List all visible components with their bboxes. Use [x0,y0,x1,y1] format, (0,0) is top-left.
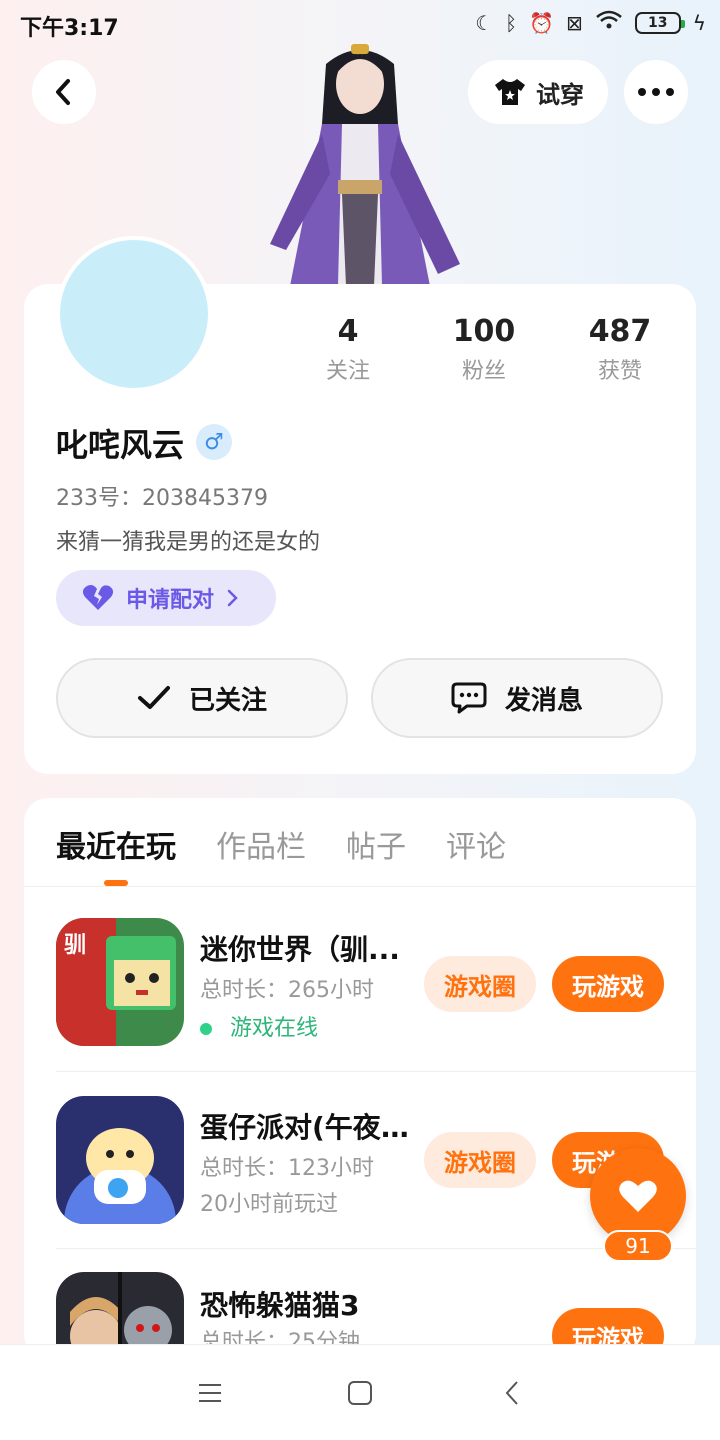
stat-following-value: 4 [337,314,359,349]
home-nav-button[interactable] [340,1375,380,1411]
charging-icon: ϟ [692,10,706,35]
stat-likes-value: 487 [588,314,652,349]
tab-recently-played[interactable]: 最近在玩 [56,822,176,866]
row-divider [56,1248,696,1249]
stat-followers-label: 粉丝 [461,359,506,384]
stat-following-label: 关注 [325,359,370,384]
stat-followers-value: 100 [452,314,516,349]
game-title: 迷你世界（驯... [200,933,400,966]
game-circle-button[interactable]: 游戏圈 [424,1132,536,1188]
game-title: 恐怖躲猫猫3 [200,1289,360,1322]
heart-icon [619,1180,657,1212]
stat-likes[interactable]: 487 获赞 [560,314,680,385]
tab-comments[interactable]: 评论 [446,822,506,866]
send-message-button[interactable]: 发消息 [371,658,663,738]
tab-divider [24,886,696,887]
game-circle-button[interactable]: 游戏圈 [424,956,536,1012]
chevron-left-icon [505,1381,518,1405]
try-on-label: 试穿 [536,80,584,109]
like-count: 91 [603,1230,673,1262]
home-square-icon [348,1381,372,1405]
back-nav-button[interactable] [492,1375,532,1411]
tshirt-icon [495,79,525,105]
row-divider [56,1071,696,1072]
chevron-left-icon [56,79,70,105]
game-status-online: 游戏在线 [200,1010,318,1042]
following-label: 已关注 [188,685,267,716]
menu-icon [199,1384,221,1402]
game-duration: 总时长：123小时 [200,1156,374,1181]
game-icon-mini-world[interactable]: 驯 [56,918,184,1046]
battery-icon: 13 [634,11,685,34]
moon-icon: ☾ [475,10,494,35]
game-status-text: 游戏在线 [230,1016,319,1041]
more-button[interactable] [624,60,688,124]
request-match-label: 申请配对 [126,588,215,613]
following-button[interactable]: 已关注 [56,658,348,738]
back-button[interactable] [32,60,96,124]
broken-heart-icon [82,585,114,610]
wifi-icon [595,10,623,35]
sim-off-icon: ⊠ [566,10,583,35]
message-bubble-icon [451,682,487,714]
more-dots-icon [638,88,674,96]
stat-followers[interactable]: 100 粉丝 [424,314,544,385]
avatar[interactable] [56,236,212,392]
tab-works[interactable]: 作品栏 [216,822,306,866]
stat-following[interactable]: 4 关注 [288,314,408,385]
nickname: 叱咤风云 [56,426,185,464]
bio: 来猜一猜我是男的还是女的 [56,530,321,555]
account-id: 233号：203845379 [56,486,268,511]
try-on-button[interactable]: 试穿 [468,60,608,124]
character-avatar-figure[interactable] [250,44,470,286]
stat-likes-label: 获赞 [597,359,642,384]
send-message-label: 发消息 [504,685,583,716]
game-title: 蛋仔派对(午夜... [200,1111,410,1144]
alarm-icon: ⏰ [529,10,555,35]
online-indicator-icon [200,1023,212,1035]
game-last-played: 20小时前玩过 [200,1192,338,1217]
svg-text:驯: 驯 [64,933,86,958]
request-match-button[interactable]: 申请配对 [56,570,276,626]
chevron-right-icon [227,589,238,607]
status-bar: 下午3:17 ☾ ᛒ ⏰ ⊠ 13 ϟ [0,0,720,50]
status-icons: ☾ ᛒ ⏰ ⊠ 13 ϟ [475,10,706,35]
game-icon-eggy-party[interactable] [56,1096,184,1224]
checkmark-icon [137,686,170,709]
tab-posts[interactable]: 帖子 [346,822,406,866]
bluetooth-icon: ᛒ [505,10,518,35]
game-duration: 总时长：265小时 [200,978,374,1003]
menu-nav-button[interactable] [190,1375,230,1411]
system-nav-bar [0,1344,720,1440]
play-game-button[interactable]: 玩游戏 [552,956,664,1012]
male-gender-icon: ♂ [196,424,232,460]
status-time: 下午3:17 [20,16,119,41]
